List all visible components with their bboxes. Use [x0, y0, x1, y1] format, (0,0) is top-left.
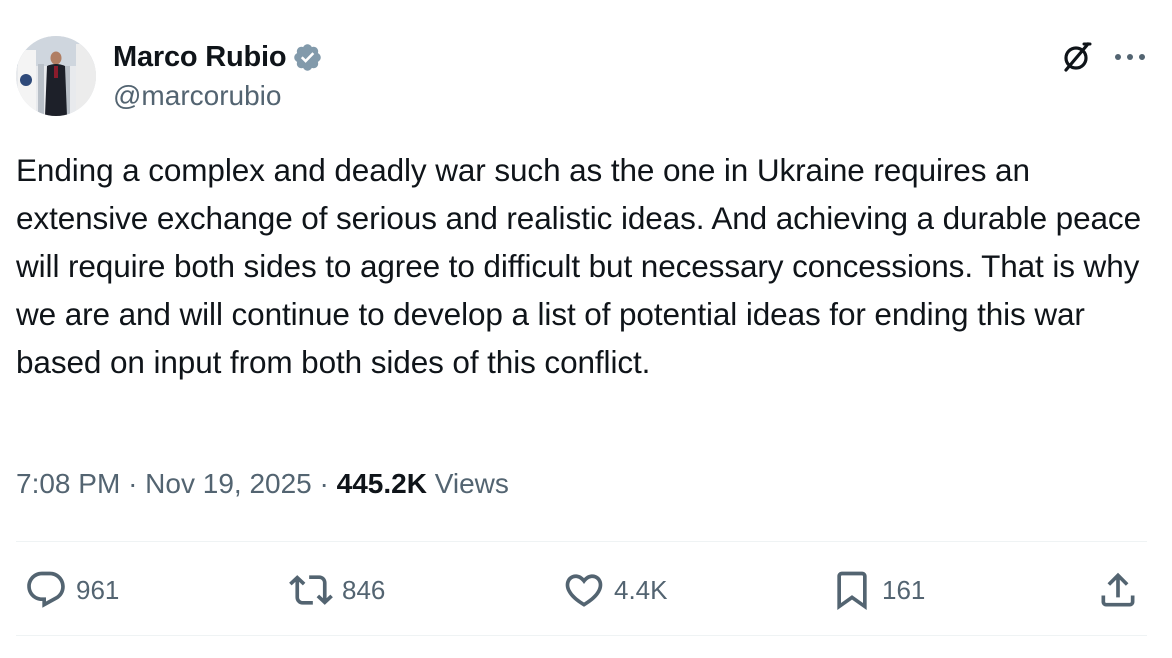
reply-count: 961: [76, 574, 120, 605]
tweet-time[interactable]: 7:08 PM: [16, 468, 120, 499]
repost-count: 846: [342, 574, 386, 605]
grok-icon: [1064, 42, 1092, 72]
reply-button[interactable]: 961: [24, 568, 119, 612]
divider: [16, 635, 1147, 636]
tweet-meta: 7:08 PM · Nov 19, 2025 · 445.2K Views: [16, 468, 509, 500]
views-label[interactable]: Views: [435, 468, 509, 499]
share-icon: [1101, 572, 1135, 607]
verified-badge-icon[interactable]: [292, 42, 323, 73]
meta-separator: ·: [128, 468, 138, 499]
tweet-date[interactable]: Nov 19, 2025: [145, 468, 312, 499]
heart-icon: [565, 574, 603, 607]
like-button[interactable]: 4.4K: [562, 568, 668, 612]
avatar[interactable]: [16, 36, 96, 116]
like-count: 4.4K: [614, 574, 668, 605]
grok-button[interactable]: [1058, 38, 1096, 76]
repost-icon: [289, 575, 333, 605]
tweet-text: Ending a complex and deadly war such as …: [16, 152, 1141, 380]
divider: [16, 541, 1147, 542]
avatar-image: [16, 36, 96, 116]
bookmark-count: 161: [882, 574, 926, 605]
repost-button[interactable]: 846: [288, 568, 385, 612]
more-options-icon: [1115, 54, 1145, 60]
author-display-name[interactable]: Marco Rubio: [113, 41, 287, 74]
bookmark-icon: [837, 571, 867, 611]
reply-icon: [27, 571, 65, 608]
bookmark-button[interactable]: 161: [830, 568, 925, 612]
meta-separator: ·: [319, 468, 329, 499]
author-name-row: Marco Rubio: [113, 40, 323, 74]
share-button[interactable]: [1096, 568, 1140, 612]
tweet-card: Marco Rubio @marcorubio Ending a complex…: [0, 0, 1172, 658]
more-options-button[interactable]: [1110, 38, 1150, 76]
views-count[interactable]: 445.2K: [337, 468, 427, 499]
author-handle[interactable]: @marcorubio: [113, 80, 281, 112]
